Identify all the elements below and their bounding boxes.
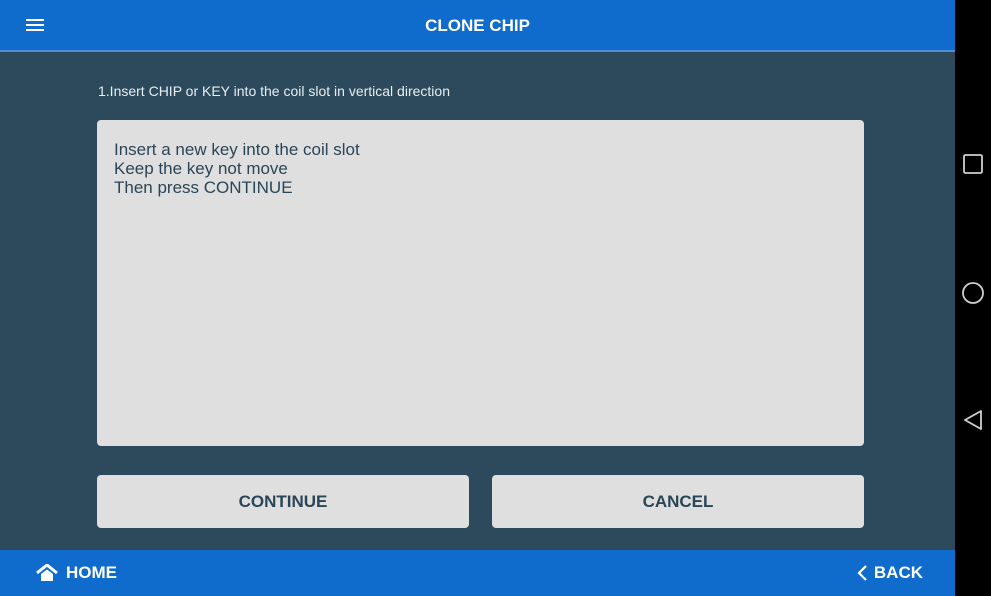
app-window: CLONE CHIP 1.Insert CHIP or KEY into the…: [0, 0, 955, 596]
cancel-button[interactable]: CANCEL: [492, 475, 864, 528]
home-button[interactable]: HOME: [36, 550, 117, 596]
continue-button[interactable]: CONTINUE: [97, 475, 469, 528]
message-line: Insert a new key into the coil slot: [114, 140, 360, 159]
header-bar: CLONE CHIP: [0, 0, 955, 52]
home-icon: [36, 564, 58, 581]
home-label: HOME: [66, 563, 117, 582]
circle-icon[interactable]: [961, 281, 985, 305]
message-panel: Insert a new key into the coil slot Keep…: [97, 120, 864, 446]
back-button[interactable]: BACK: [856, 550, 923, 596]
back-label: BACK: [873, 563, 923, 582]
square-icon[interactable]: [961, 152, 985, 176]
system-nav-bar: [955, 0, 991, 596]
instruction-text: 1.Insert CHIP or KEY into the coil slot …: [98, 83, 450, 99]
message-line: Then press CONTINUE: [114, 178, 293, 197]
page-title: CLONE CHIP: [425, 16, 530, 35]
message-line: Keep the key not move: [114, 159, 288, 178]
footer-bar: HOME BACK: [0, 550, 955, 596]
triangle-back-icon[interactable]: [961, 408, 985, 432]
chevron-left-icon: [857, 565, 867, 581]
